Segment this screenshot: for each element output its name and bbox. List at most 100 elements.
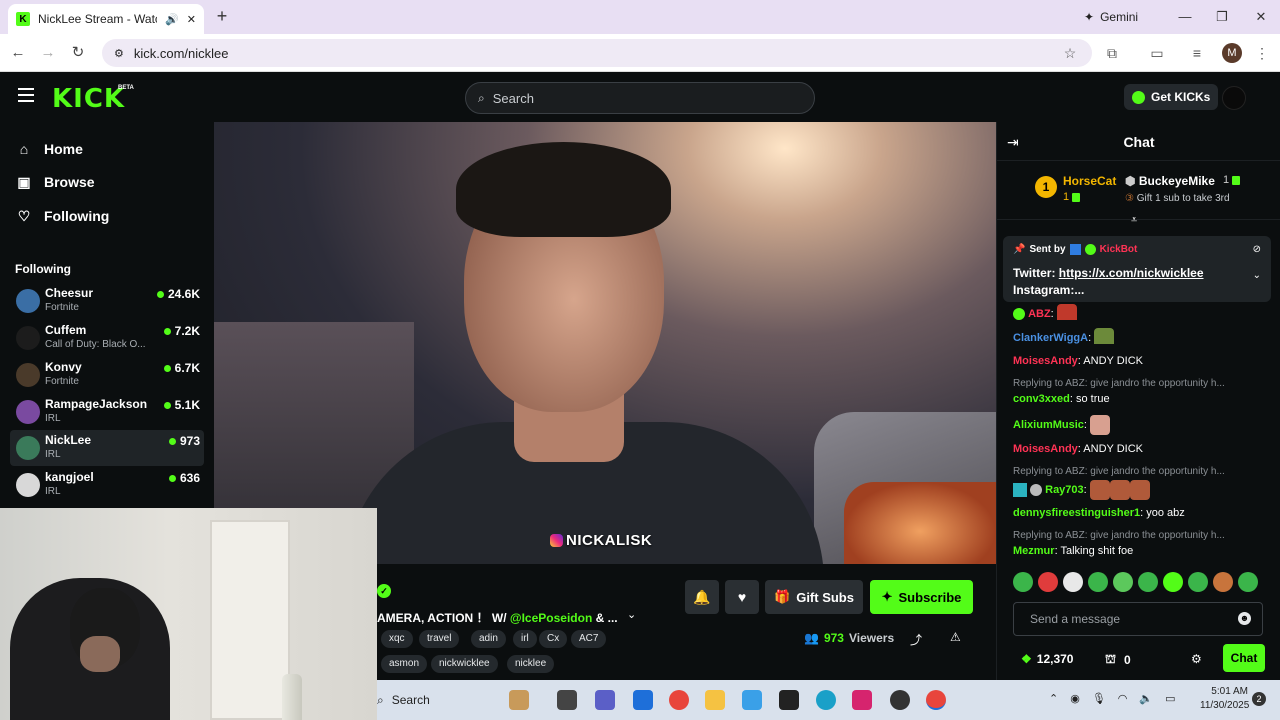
leader-name[interactable]: HorseCat xyxy=(1063,174,1116,188)
taskbar-app-icon[interactable] xyxy=(633,690,653,710)
microphone-icon[interactable]: 🎙 xyxy=(1092,692,1106,705)
emote-icon[interactable] xyxy=(1163,572,1183,592)
chat-username[interactable]: Ray703 xyxy=(1045,484,1084,496)
chevron-down-icon[interactable]: ⌄ xyxy=(1253,270,1261,281)
kicks-balance[interactable]: ❖ 12,370 xyxy=(1021,652,1073,666)
extensions-icon[interactable]: ⧉ xyxy=(1102,43,1122,63)
close-tab-icon[interactable]: ✕ xyxy=(187,13,196,26)
forward-icon[interactable]: → xyxy=(38,43,58,63)
chat-username[interactable]: MoisesAndy xyxy=(1013,355,1078,367)
tag[interactable]: asmon xyxy=(381,655,428,673)
battery-icon[interactable]: ▭ xyxy=(1165,692,1175,705)
emote-icon[interactable] xyxy=(1013,572,1033,592)
site-info-icon[interactable]: ⚙ xyxy=(114,47,124,60)
followed-channel[interactable]: Konvy Fortnite 6.7K xyxy=(10,357,204,393)
scroll-down-icon[interactable]: ⩡ xyxy=(1131,214,1137,227)
gemini-button[interactable]: ✦ Gemini xyxy=(1084,6,1138,28)
chat-message-input[interactable]: Send a message xyxy=(1013,602,1263,636)
followed-channel-active[interactable]: NickLee IRL 973 xyxy=(10,430,204,466)
twitter-link[interactable]: https://x.com/nickwicklee xyxy=(1059,266,1204,280)
chat-username[interactable]: ClankerWiggA xyxy=(1013,332,1088,344)
video-player[interactable]: NICKALISK xyxy=(214,122,996,564)
bookmark-star-icon[interactable]: ☆ xyxy=(1060,43,1080,63)
wifi-icon[interactable]: ◠ xyxy=(1118,692,1128,705)
emote-icon[interactable] xyxy=(1138,572,1158,592)
taskbar-app-icon[interactable] xyxy=(509,690,529,710)
subscribe-button[interactable]: ✦ Subscribe xyxy=(870,580,973,614)
tag[interactable]: travel xyxy=(419,630,460,648)
chrome-icon[interactable] xyxy=(669,690,689,710)
speaker-icon[interactable]: 🔊 xyxy=(165,13,179,26)
edge-icon[interactable] xyxy=(816,690,836,710)
folder-icon[interactable] xyxy=(705,690,725,710)
emote-icon[interactable] xyxy=(1088,572,1108,592)
hide-pinned-icon[interactable]: ⊘ xyxy=(1253,244,1261,255)
minimize-button[interactable]: — xyxy=(1170,6,1200,28)
profile-avatar[interactable]: M xyxy=(1222,43,1242,63)
taskbar-clock[interactable]: 5:01 AM 11/30/2025 xyxy=(1200,685,1249,713)
app-tray-icon[interactable]: ◉ xyxy=(1070,692,1080,705)
new-tab-button[interactable]: + xyxy=(212,6,232,26)
emote-icon[interactable] xyxy=(1063,572,1083,592)
chat-username[interactable]: dennysfireestinguisher1 xyxy=(1013,507,1140,519)
sidebar-item-browse[interactable]: ▣ Browse xyxy=(16,170,94,194)
notification-bell-button[interactable]: 🔔 xyxy=(685,580,719,614)
chat-send-button[interactable]: Chat xyxy=(1223,644,1265,672)
emote-icon[interactable] xyxy=(1038,572,1058,592)
chat-username[interactable]: AlixiumMusic xyxy=(1013,419,1084,431)
get-kicks-button[interactable]: Get KICKs xyxy=(1124,84,1219,110)
cast-icon[interactable]: ▭ xyxy=(1147,43,1167,63)
chrome-icon[interactable] xyxy=(926,690,946,710)
tag[interactable]: nickwicklee xyxy=(431,655,498,673)
emoji-picker-icon[interactable]: ☻ xyxy=(1238,612,1251,625)
emote-icon[interactable] xyxy=(1238,572,1258,592)
kick-logo[interactable]: KICK xyxy=(52,84,125,114)
taskbar-app-icon[interactable] xyxy=(742,690,762,710)
follow-heart-button[interactable]: ♥ xyxy=(725,580,759,614)
close-window-button[interactable]: ✕ xyxy=(1246,6,1276,28)
chevron-down-icon[interactable]: ⌄ xyxy=(627,608,636,621)
emote-icon[interactable] xyxy=(1213,572,1233,592)
emote-icon[interactable] xyxy=(1188,572,1208,592)
address-bar[interactable]: ⚙ kick.com/nicklee xyxy=(102,39,1092,67)
followed-channel[interactable]: kangjoel IRL 636 xyxy=(10,467,204,503)
tag[interactable]: xqc xyxy=(381,630,413,648)
tag[interactable]: Cx xyxy=(539,630,568,648)
share-icon[interactable]: ⤴ xyxy=(910,631,922,648)
pinned-message[interactable]: 📌 Sent by KickBot ⊘ Twitter: https://x.c… xyxy=(1003,236,1271,302)
sidebar-item-home[interactable]: ⌂ Home xyxy=(16,137,83,161)
followed-channel[interactable]: Cheesur Fortnite 24.6K xyxy=(10,283,204,319)
dropbox-icon[interactable] xyxy=(779,690,799,710)
chat-username[interactable]: MoisesAndy xyxy=(1013,443,1078,455)
emote-icon[interactable] xyxy=(1113,572,1133,592)
tag[interactable]: nicklee xyxy=(507,655,555,673)
taskbar-app-icon[interactable] xyxy=(890,690,910,710)
media-control-icon[interactable]: ≡ xyxy=(1187,43,1207,63)
browser-tab[interactable]: K NickLee Stream - Watch Liv 🔊 ✕ xyxy=(8,4,204,34)
stream-title-mention[interactable]: @IcePoseidon xyxy=(510,611,592,625)
followed-channel[interactable]: RampageJackson IRL 5.1K xyxy=(10,394,204,430)
taskbar-app-icon[interactable] xyxy=(595,690,615,710)
notification-badge[interactable]: 2 xyxy=(1252,692,1266,706)
sidebar-item-following[interactable]: ♡ Following xyxy=(16,204,110,228)
chat-username[interactable]: Mezmur xyxy=(1013,545,1055,557)
volume-icon[interactable]: 🔈 xyxy=(1139,692,1153,705)
search-input[interactable]: ⌕ Search xyxy=(465,82,815,114)
chevron-up-icon[interactable]: ⌃ xyxy=(1049,692,1058,705)
leader-name[interactable]: ⬢ BuckeyeMike xyxy=(1125,174,1215,188)
reload-icon[interactable]: ↻ xyxy=(68,43,88,63)
taskbar-app-icon[interactable] xyxy=(557,690,577,710)
instagram-icon[interactable] xyxy=(852,690,872,710)
gift-subs-button[interactable]: 🎁 Gift Subs xyxy=(765,580,863,614)
tag[interactable]: adin xyxy=(471,630,506,648)
tag[interactable]: irl xyxy=(513,630,537,648)
followed-channel[interactable]: Cuffem Call of Duty: Black O... 7.2K xyxy=(10,320,204,356)
gift-balance[interactable]: ⛫ 0 xyxy=(1105,652,1131,668)
chat-username[interactable]: conv3xxed xyxy=(1013,393,1070,405)
maximize-button[interactable]: ❐ xyxy=(1207,6,1237,28)
tag[interactable]: AC7 xyxy=(571,630,607,648)
taskbar-search[interactable]: ⌕ Search xyxy=(377,690,430,710)
menu-kebab-icon[interactable]: ⋮ xyxy=(1252,43,1272,63)
gear-icon[interactable]: ⚙ xyxy=(1191,652,1202,666)
back-icon[interactable]: ← xyxy=(8,43,28,63)
